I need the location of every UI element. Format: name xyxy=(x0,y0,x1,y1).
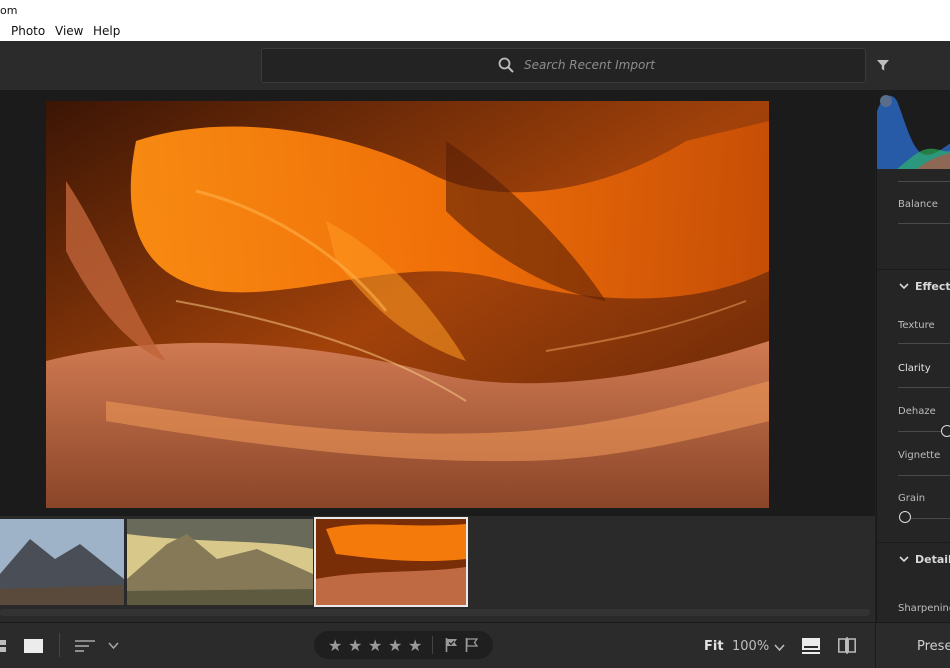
histogram xyxy=(877,91,950,169)
thumbnail-golden-peaks[interactable] xyxy=(127,519,313,605)
thumbnail-antelope-canyon[interactable] xyxy=(314,517,468,607)
bottom-bar: ★ ★ ★ ★ ★ Fit 100% Prese xyxy=(0,622,950,668)
grid-view-icon[interactable] xyxy=(0,640,8,652)
dehaze-slider-knob[interactable] xyxy=(941,425,950,437)
grain-label: Grain xyxy=(898,493,926,504)
clarity-slider[interactable] xyxy=(898,387,950,388)
star-1[interactable]: ★ xyxy=(328,636,342,655)
sharpening-label: Sharpening xyxy=(898,603,950,614)
effects-title: Effects xyxy=(915,280,950,293)
menu-view[interactable]: View xyxy=(55,24,83,38)
dehaze-label: Dehaze xyxy=(898,406,936,417)
chevron-down-icon xyxy=(899,556,909,563)
menu-bar: Photo View Help xyxy=(0,20,950,42)
compare-view-icon[interactable] xyxy=(802,638,820,654)
texture-slider[interactable] xyxy=(898,343,950,344)
star-5[interactable]: ★ xyxy=(408,636,422,655)
vignette-label: Vignette xyxy=(898,450,941,461)
search-icon xyxy=(498,57,514,73)
balance-slider[interactable] xyxy=(898,223,950,224)
menu-help[interactable]: Help xyxy=(93,24,120,38)
search-placeholder: Search Recent Import xyxy=(524,58,655,72)
texture-label: Texture xyxy=(898,320,935,331)
thumbnail-image xyxy=(127,519,313,605)
photo-viewer xyxy=(0,91,875,516)
filmstrip xyxy=(0,516,875,622)
before-after-icon[interactable] xyxy=(838,637,856,654)
effects-section-header[interactable]: Effects xyxy=(877,269,950,304)
main-photo[interactable] xyxy=(46,101,769,508)
zoom-level[interactable]: 100% xyxy=(732,639,769,654)
thumbnail-mountain-valley[interactable] xyxy=(0,519,124,605)
divider xyxy=(432,636,433,654)
grain-slider-knob[interactable] xyxy=(899,511,911,523)
vignette-slider[interactable] xyxy=(898,475,950,476)
divider xyxy=(898,181,950,182)
divider xyxy=(875,623,876,668)
flag-pick-icon[interactable] xyxy=(445,638,458,652)
title-bar: om xyxy=(0,0,950,20)
canyon-photo-image xyxy=(46,101,769,508)
star-2[interactable]: ★ xyxy=(348,636,362,655)
star-3[interactable]: ★ xyxy=(368,636,382,655)
filmstrip-scrollbar[interactable] xyxy=(0,609,870,616)
toolbar: Search Recent Import xyxy=(0,41,950,91)
grain-slider[interactable] xyxy=(911,518,950,519)
filter-icon[interactable] xyxy=(876,58,890,72)
edit-panel: Balance Effects Texture Clarity Dehaze V… xyxy=(876,91,950,622)
clarity-label: Clarity xyxy=(898,363,931,374)
thumbnail-image xyxy=(316,519,466,605)
single-view-icon[interactable] xyxy=(24,639,43,653)
search-field[interactable]: Search Recent Import xyxy=(261,48,866,83)
divider xyxy=(59,633,60,657)
balance-label: Balance xyxy=(898,199,938,210)
detail-title: Detail xyxy=(915,553,950,566)
flag-reject-icon[interactable] xyxy=(465,638,478,652)
star-4[interactable]: ★ xyxy=(388,636,402,655)
window-title: om xyxy=(0,4,18,17)
chevron-down-icon[interactable] xyxy=(774,644,785,652)
chevron-down-icon[interactable] xyxy=(108,642,119,650)
rating-bar: ★ ★ ★ ★ ★ xyxy=(314,631,493,659)
menu-photo[interactable]: Photo xyxy=(11,24,45,38)
histogram-graph xyxy=(877,95,950,169)
presets-button[interactable]: Prese xyxy=(917,639,950,654)
detail-section-header[interactable]: Detail xyxy=(877,542,950,577)
sort-icon[interactable] xyxy=(75,639,95,653)
fit-zoom-button[interactable]: Fit xyxy=(704,639,724,654)
thumbnail-image xyxy=(0,519,124,605)
chevron-down-icon xyxy=(899,283,909,290)
